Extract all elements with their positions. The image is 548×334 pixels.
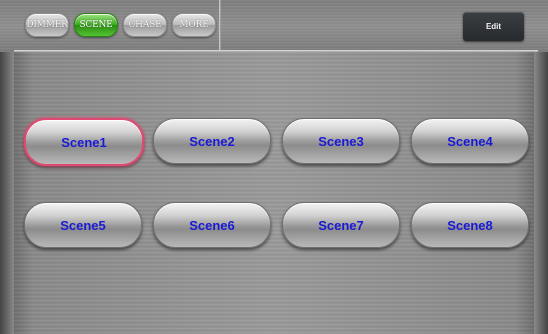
scene-6-button[interactable]: Scene6 — [153, 202, 271, 248]
scene-3-button[interactable]: Scene3 — [282, 118, 400, 164]
scene-1-button[interactable]: Scene1 — [24, 118, 144, 166]
scene-4-button[interactable]: Scene4 — [411, 118, 529, 164]
tab-dimmer[interactable]: DIMMER — [25, 13, 69, 37]
toolbar-divider — [219, 0, 221, 51]
edit-button[interactable]: Edit — [463, 12, 524, 41]
scene-2-button[interactable]: Scene2 — [153, 118, 271, 164]
tab-chase[interactable]: CHASE — [123, 13, 167, 37]
toolbar-bottom-line — [14, 50, 538, 52]
tab-scene[interactable]: SCENE — [74, 13, 118, 37]
scene-5-button[interactable]: Scene5 — [24, 202, 142, 248]
scene-8-button[interactable]: Scene8 — [411, 202, 529, 248]
tab-more[interactable]: MORE — [172, 13, 216, 37]
scene-7-button[interactable]: Scene7 — [282, 202, 400, 248]
